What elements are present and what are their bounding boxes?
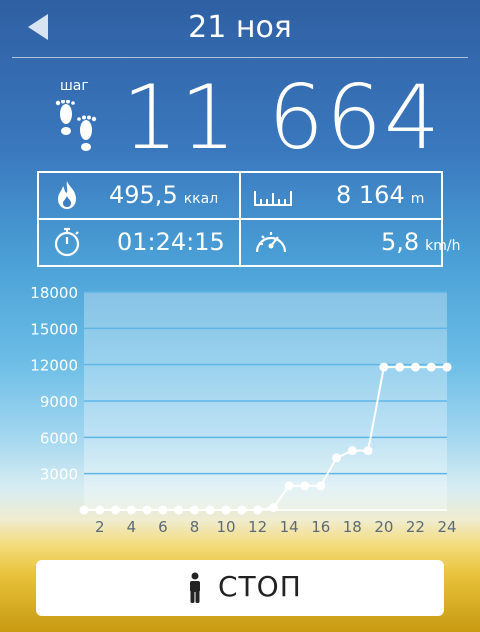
x-tick-label: 2 [95,518,105,536]
data-point [158,505,168,515]
distance-value: 8 164 [336,181,405,209]
x-tick-label: 14 [280,518,299,536]
calories-cell: 495,5 ккал [39,173,239,218]
y-tick-label: 12000 [30,357,78,375]
speed-unit: km/h [425,238,461,254]
header-divider [12,57,468,58]
data-point [126,505,136,515]
x-tick-label: 8 [190,518,200,536]
data-point [189,505,199,515]
x-tick-label: 22 [406,518,425,536]
duration-value: 01:24:15 [117,228,225,256]
stats-grid: 495,5 ккал 8 164 m 01:24:15 5,8 km/h [37,171,461,267]
data-point [442,362,452,372]
data-point [95,505,105,515]
data-point [174,505,184,515]
x-tick-label: 20 [374,518,393,536]
speedometer-icon [255,232,287,253]
data-point [111,505,121,515]
y-tick-label: 9000 [40,393,78,411]
data-point [363,446,373,456]
date-title: 21 ноя [188,10,292,45]
y-tick-label: 6000 [40,429,78,447]
stop-button-label: СТОП [218,570,302,603]
x-tick-label: 4 [127,518,137,536]
steps-chart: 3000600090001200015000180002 4 6 8 10 12 14 16 1… [30,284,456,536]
data-point [426,362,436,372]
ruler-icon [254,191,292,206]
data-point [253,505,263,515]
duration-cell: 01:24:15 [39,220,239,265]
data-point [221,505,231,515]
data-point [395,362,405,372]
speed-cell: 5,8 km/h [241,220,461,265]
steps-label: шаг [60,78,89,94]
speed-value: 5,8 [381,228,420,256]
data-point [237,505,247,515]
x-tick-label: 18 [343,518,362,536]
x-tick-label: 10 [216,518,235,536]
data-point [284,481,294,491]
distance-unit: m [410,191,425,207]
x-tick-label: 24 [437,518,456,536]
y-tick-label: 18000 [30,284,78,302]
data-point [347,446,357,456]
data-point [300,481,310,491]
steps-summary: шаг 11 664 [0,66,480,169]
person-icon [190,572,200,603]
y-tick-label: 3000 [40,466,78,484]
data-point [79,505,89,515]
data-point [268,503,278,513]
footprints-icon [55,100,97,151]
data-point [379,362,389,372]
stop-button[interactable]: СТОП [36,560,444,616]
calories-unit: ккал [183,191,219,207]
data-point [410,362,420,372]
data-point [205,505,215,515]
distance-cell: 8 164 m [241,173,441,218]
stopwatch-icon [54,227,80,257]
x-tick-label: 16 [311,518,330,536]
data-point [316,481,326,491]
data-point [142,505,152,515]
x-tick-label: 12 [248,518,267,536]
x-tick-label: 6 [158,518,168,536]
y-tick-label: 15000 [30,320,78,338]
steps-count: 11 664 [122,66,442,169]
calories-value: 495,5 [109,181,178,209]
header: 21 ноя [0,0,480,58]
flame-icon [58,181,76,209]
data-point [332,453,342,463]
